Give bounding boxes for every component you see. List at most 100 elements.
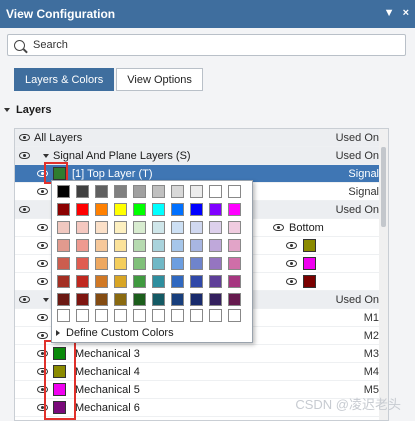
palette-color-swatch[interactable] [171, 239, 184, 252]
palette-color-swatch[interactable] [209, 309, 222, 322]
palette-color-swatch[interactable] [228, 203, 241, 216]
eye-icon[interactable] [37, 224, 48, 231]
palette-color-swatch[interactable] [133, 309, 146, 322]
palette-color-swatch[interactable] [171, 185, 184, 198]
tab-view-options[interactable]: View Options [116, 68, 203, 91]
layer-color-swatch[interactable] [53, 383, 66, 396]
eye-icon[interactable] [19, 152, 30, 159]
palette-color-swatch[interactable] [76, 257, 89, 270]
palette-color-swatch[interactable] [190, 257, 203, 270]
palette-color-swatch[interactable] [57, 293, 70, 306]
close-icon[interactable]: × [403, 7, 409, 19]
palette-color-swatch[interactable] [228, 275, 241, 288]
palette-color-swatch[interactable] [57, 239, 70, 252]
eye-icon[interactable] [37, 404, 48, 411]
scrollbar-thumb[interactable] [381, 147, 386, 227]
eye-icon[interactable] [19, 134, 30, 141]
palette-color-swatch[interactable] [57, 185, 70, 198]
layers-section-header[interactable]: Layers [4, 104, 51, 116]
palette-color-swatch[interactable] [190, 221, 203, 234]
layer-color-swatch[interactable] [303, 239, 316, 252]
palette-color-swatch[interactable] [57, 309, 70, 322]
expand-arrow-icon[interactable] [43, 298, 49, 302]
palette-color-swatch[interactable] [190, 239, 203, 252]
palette-color-swatch[interactable] [133, 221, 146, 234]
palette-color-swatch[interactable] [228, 221, 241, 234]
palette-color-swatch[interactable] [57, 275, 70, 288]
palette-color-swatch[interactable] [228, 239, 241, 252]
row-signal-plane-group[interactable]: Signal And Plane Layers (S) Used On [15, 147, 388, 165]
palette-color-swatch[interactable] [209, 185, 222, 198]
row-mechanical-4[interactable]: Mechanical 4 M4 [15, 363, 388, 381]
eye-icon[interactable] [37, 368, 48, 375]
palette-color-swatch[interactable] [114, 309, 127, 322]
palette-color-swatch[interactable] [76, 203, 89, 216]
palette-color-swatch[interactable] [209, 275, 222, 288]
palette-color-swatch[interactable] [114, 239, 127, 252]
eye-icon[interactable] [37, 242, 48, 249]
eye-icon[interactable] [37, 188, 48, 195]
palette-color-swatch[interactable] [209, 293, 222, 306]
palette-color-swatch[interactable] [228, 257, 241, 270]
palette-color-swatch[interactable] [190, 185, 203, 198]
palette-color-swatch[interactable] [133, 257, 146, 270]
palette-color-swatch[interactable] [152, 239, 165, 252]
palette-color-swatch[interactable] [228, 293, 241, 306]
palette-color-swatch[interactable] [190, 309, 203, 322]
row-mechanical-3[interactable]: Mechanical 3 M3 [15, 345, 388, 363]
layer-color-swatch[interactable] [53, 167, 66, 180]
palette-color-swatch[interactable] [209, 257, 222, 270]
palette-color-swatch[interactable] [76, 275, 89, 288]
palette-color-swatch[interactable] [171, 221, 184, 234]
eye-icon[interactable] [286, 242, 297, 249]
palette-color-swatch[interactable] [114, 185, 127, 198]
palette-color-swatch[interactable] [152, 275, 165, 288]
palette-color-swatch[interactable] [171, 275, 184, 288]
eye-icon[interactable] [37, 278, 48, 285]
palette-color-swatch[interactable] [171, 293, 184, 306]
eye-icon[interactable] [286, 260, 297, 267]
palette-color-swatch[interactable] [190, 203, 203, 216]
eye-icon[interactable] [286, 278, 297, 285]
palette-color-swatch[interactable] [133, 293, 146, 306]
eye-icon[interactable] [19, 296, 30, 303]
palette-color-swatch[interactable] [114, 221, 127, 234]
palette-color-swatch[interactable] [152, 203, 165, 216]
palette-color-swatch[interactable] [171, 309, 184, 322]
palette-color-swatch[interactable] [152, 185, 165, 198]
palette-color-swatch[interactable] [152, 293, 165, 306]
expand-arrow-icon[interactable] [43, 154, 49, 158]
palette-color-swatch[interactable] [152, 257, 165, 270]
layer-color-swatch[interactable] [53, 347, 66, 360]
define-custom-colors-item[interactable]: Define Custom Colors [56, 327, 174, 339]
layer-color-swatch[interactable] [53, 365, 66, 378]
palette-color-swatch[interactable] [57, 257, 70, 270]
palette-color-swatch[interactable] [209, 239, 222, 252]
palette-color-swatch[interactable] [152, 309, 165, 322]
palette-color-swatch[interactable] [76, 293, 89, 306]
palette-color-swatch[interactable] [76, 309, 89, 322]
palette-color-swatch[interactable] [76, 221, 89, 234]
eye-icon[interactable] [37, 386, 48, 393]
palette-color-swatch[interactable] [133, 203, 146, 216]
palette-color-swatch[interactable] [171, 203, 184, 216]
eye-icon[interactable] [37, 314, 48, 321]
layer-color-swatch[interactable] [303, 275, 316, 288]
palette-color-swatch[interactable] [95, 257, 108, 270]
palette-color-swatch[interactable] [95, 275, 108, 288]
eye-icon[interactable] [37, 170, 48, 177]
palette-color-swatch[interactable] [76, 185, 89, 198]
palette-color-swatch[interactable] [228, 185, 241, 198]
pin-icon[interactable]: ▼ [384, 7, 395, 19]
eye-icon[interactable] [19, 206, 30, 213]
palette-color-swatch[interactable] [190, 293, 203, 306]
palette-color-swatch[interactable] [76, 239, 89, 252]
row-all-layers[interactable]: All Layers Used On [15, 129, 388, 147]
eye-icon[interactable] [37, 350, 48, 357]
palette-color-swatch[interactable] [133, 239, 146, 252]
tree-scrollbar[interactable] [379, 129, 388, 420]
palette-color-swatch[interactable] [57, 203, 70, 216]
palette-color-swatch[interactable] [95, 293, 108, 306]
palette-color-swatch[interactable] [133, 185, 146, 198]
palette-color-swatch[interactable] [114, 293, 127, 306]
